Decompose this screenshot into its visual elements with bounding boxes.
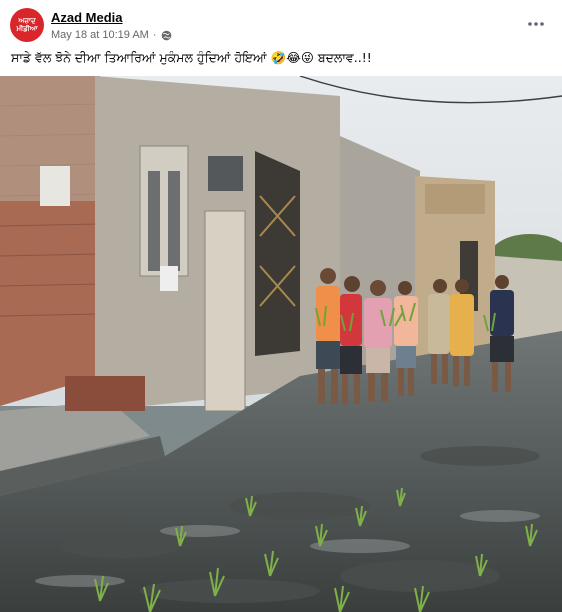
- post-header: ਅਜ਼ਾਦ ਮੀਡੀਆ Azad Media May 18 at 10:19 A…: [0, 0, 562, 44]
- avatar-text-line-2: ਮੀਡੀਆ: [16, 25, 38, 33]
- avatar-text-line-1: ਅਜ਼ਾਦ: [18, 17, 36, 25]
- street-photo-illustration: [0, 76, 562, 612]
- page-name-link[interactable]: Azad Media: [51, 10, 123, 25]
- meta-separator: ·: [152, 29, 157, 41]
- page-avatar[interactable]: ਅਜ਼ਾਦ ਮੀਡੀਆ: [10, 8, 44, 42]
- facebook-post: ਅਜ਼ਾਦ ਮੀਡੀਆ Azad Media May 18 at 10:19 A…: [0, 0, 562, 612]
- globe-icon: [161, 30, 171, 40]
- post-timestamp[interactable]: May 18 at 10:19 AM: [51, 29, 149, 41]
- post-photo[interactable]: [0, 76, 562, 612]
- post-meta: May 18 at 10:19 AM ·: [51, 29, 172, 41]
- more-options-icon[interactable]: [526, 14, 546, 34]
- post-caption: ਸਾਡੇ ਵੱਲ ਝੋਨੇ ਦੀਆ ਤਿਆਰਿਆਂ ਮੁਕੰਮਲ ਹੁੰਦਿਆਂ…: [11, 50, 372, 65]
